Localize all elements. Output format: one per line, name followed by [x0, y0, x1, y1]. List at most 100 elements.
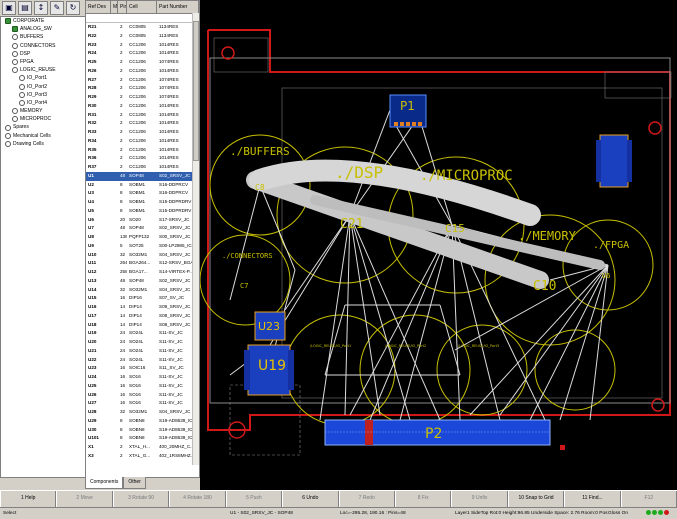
table-row[interactable]: U7 48 SOP48 S02_SRSV_JC [86, 224, 199, 233]
table-row[interactable]: R34 2 CC1206 1014RES [86, 137, 199, 146]
table-row[interactable]: X1 2 XTAL_H... 400_20MHZ_C... [86, 443, 199, 452]
function-key-button[interactable]: 10 Snap to Grid [507, 491, 565, 507]
table-row[interactable]: R24 2 CC1206 1014RES [86, 49, 199, 58]
table-row[interactable]: X3 2 XTAL_G... 402_1RS8MHZ... [86, 452, 199, 461]
table-cell [111, 286, 118, 295]
column-header[interactable]: Part Number [157, 1, 199, 13]
function-key-button[interactable]: 9 Unfix [451, 491, 508, 507]
table-row[interactable]: U5 8 SOBM1 S15-DDPRDRV [86, 207, 199, 216]
pin-icon[interactable]: ✎ [50, 1, 64, 15]
expand-icon[interactable]: ▣ [2, 1, 16, 15]
tab-components[interactable]: Components [85, 477, 124, 489]
tree-item[interactable]: Spares [1, 123, 85, 131]
table-row[interactable]: U11 264 BGA264... S12-SRSV_BGA [86, 259, 199, 268]
table-row[interactable]: U19 24 SO24L S11-SV_JC [86, 329, 199, 338]
table-row[interactable]: U1 48 SOP48 S02_SRSV_JC [86, 171, 199, 181]
table-row[interactable]: U27 16 SO16 S11-SV_JC [86, 399, 199, 408]
table-row[interactable]: R29 2 CC1206 1074RES [86, 93, 199, 102]
scroll-thumb[interactable] [193, 21, 199, 161]
table-row[interactable]: R22 2 CC0805 1134RES [86, 32, 199, 41]
table-row[interactable]: U6 20 SO20 S17-SRSV_JC [86, 216, 199, 225]
table-row[interactable]: R36 2 CC1206 1014RES [86, 154, 199, 163]
table-row[interactable]: R25 2 CC1206 1074RES [86, 58, 199, 67]
table-cell: R27 [88, 76, 97, 82]
refresh-icon[interactable]: ↻ [66, 1, 80, 15]
table-row[interactable]: U101 8 SOBN8 S19-AD8639_IC [86, 434, 199, 443]
column-header[interactable]: Pin [118, 1, 127, 13]
tree-item[interactable]: MEMORY [1, 107, 85, 115]
table-row[interactable]: U9 5 SOT25 S00-LP2985_IC [86, 242, 199, 251]
function-key-button[interactable]: 1 Help [0, 491, 57, 507]
tree-item[interactable]: IO_Port1 [1, 74, 85, 82]
function-key-button[interactable]: F12 [620, 491, 677, 507]
table-row[interactable]: U2 8 SOBM1 S16-DDPRCV [86, 181, 199, 190]
tree-item[interactable]: Mechanical Cells [1, 132, 85, 140]
filter-row[interactable] [86, 14, 199, 23]
function-key-button[interactable]: 5 Push [225, 491, 283, 507]
column-header[interactable]: Cell [127, 1, 157, 13]
function-key-button[interactable]: 2 Move [56, 491, 113, 507]
tree-item[interactable]: Drawing Cells [1, 140, 85, 148]
table-row[interactable]: U13 48 SOP48 S02_SRSV_JC [86, 277, 199, 286]
table-row[interactable]: U25 16 SO16 S11-SV_JC [86, 382, 199, 391]
table-row[interactable]: U30 8 SOBN8 S19-AD8639_IC [86, 426, 199, 435]
table-row[interactable]: R33 2 CC1206 1014RES [86, 128, 199, 137]
table-row[interactable]: U14 32 SO32M1 S04_SRSV_JC [86, 286, 199, 295]
table-row[interactable]: R32 2 CC1206 1014RES [86, 119, 199, 128]
table-row[interactable]: U24 16 SO16 S11-SV_JC [86, 373, 199, 382]
function-key-button[interactable]: 3 Rotate 90 [112, 491, 170, 507]
function-key-button[interactable]: 7 Redo [338, 491, 395, 507]
function-key-button[interactable]: 4 Rotate 180 [169, 491, 226, 507]
u-right-footprint[interactable] [596, 134, 632, 188]
table-row[interactable]: U3 8 SOBM1 S16-DDPRCV [86, 189, 199, 198]
tree-item[interactable]: ANALOG_SW [1, 25, 85, 33]
table-row[interactable]: R28 2 CC1206 1074RES [86, 84, 199, 93]
function-key-button[interactable]: 6 Undo [282, 491, 339, 507]
tree-item[interactable]: IO_Port2 [1, 83, 85, 91]
table-row[interactable]: R35 2 CC1206 1014RES [86, 146, 199, 155]
column-header[interactable]: M [111, 1, 118, 13]
table-row[interactable]: U28 32 SO32M1 S04_SRSV_JC [86, 408, 199, 417]
function-key-button[interactable]: 11 Find... [564, 491, 621, 507]
table-row[interactable]: U21 24 SO24L S11-SV_JC [86, 347, 199, 356]
table-row[interactable]: R21 2 CC0805 1134RES [86, 23, 199, 32]
table-row[interactable]: R27 2 CC1206 1074RES [86, 76, 199, 85]
table-row[interactable]: U26 16 SO16 S11-SV_JC [86, 391, 199, 400]
tree-item[interactable]: DSP [1, 50, 85, 58]
function-key-button[interactable]: 8 Fix [394, 491, 452, 507]
layout-canvas[interactable]: ./BUFFERS ./DSP ./MICROPROC ./MEMORY ./F… [200, 0, 677, 490]
table-cell: U19 [88, 330, 97, 336]
hierarchy-tree[interactable]: CORPORATE ANALOG_SW BUFFERS CONNECTORS DSP FP… [0, 16, 86, 478]
table-row[interactable]: U17 14 DIP14 S08_SRSV_JC [86, 312, 199, 321]
sort-icon[interactable]: ↕ [34, 1, 48, 15]
table-row[interactable]: U23 16 SOIC16 S11_SV_JC [86, 364, 199, 373]
table-row[interactable]: U22 24 SO24L S11-SV_JC [86, 356, 199, 365]
table-row[interactable]: U29 8 SOBN8 S19-AD8639_IC [86, 417, 199, 426]
tree-item[interactable]: IO_Port4 [1, 99, 85, 107]
table-row[interactable]: R23 2 CC1206 1014RES [86, 41, 199, 50]
table-row[interactable]: R26 2 CC1206 1014RES [86, 67, 199, 76]
tree-item[interactable]: CORPORATE [1, 17, 85, 25]
tree-item[interactable]: BUFFERS [1, 33, 85, 41]
table-cell: U6 [88, 216, 94, 222]
tree-item[interactable]: IO_Port3 [1, 91, 85, 99]
table-row[interactable]: U10 32 SO32M1 S04_SRSV_JC [86, 251, 199, 260]
tree-item[interactable]: MICROPROC [1, 115, 85, 123]
table-row[interactable]: R30 2 CC1206 1014RES [86, 102, 199, 111]
tab-other[interactable]: Other [123, 477, 146, 489]
table-row[interactable]: U12 258 BGA17... S14-VIRTEX-P... [86, 268, 199, 277]
column-header[interactable]: Ref Des [86, 1, 111, 13]
tree-item[interactable]: CONNECTORS [1, 42, 85, 50]
tree-item[interactable]: FPGA [1, 58, 85, 66]
table-row[interactable]: R37 2 CC1206 1014RES [86, 163, 199, 172]
table-row[interactable]: U15 16 DIP16 S07_SV_JC [86, 294, 199, 303]
table-row[interactable]: U16 14 DIP14 S09_SRSV_JC [86, 303, 199, 312]
table-row[interactable]: U4 8 SOBM1 S15-DDPRDRV [86, 198, 199, 207]
table-scrollbar[interactable] [192, 13, 199, 465]
table-row[interactable]: R31 2 CC1206 1014RES [86, 111, 199, 120]
tree-item[interactable]: LOGIC_REUSE [1, 66, 85, 74]
filter-icon[interactable]: ▤ [18, 1, 32, 15]
table-row[interactable]: U20 24 SO24L S11-SV_JC [86, 338, 199, 347]
table-row[interactable]: U18 14 DIP14 S08_SRSV_JC [86, 321, 199, 330]
table-row[interactable]: U8 136 PQFP132 S00_SRSV_JC [86, 233, 199, 242]
